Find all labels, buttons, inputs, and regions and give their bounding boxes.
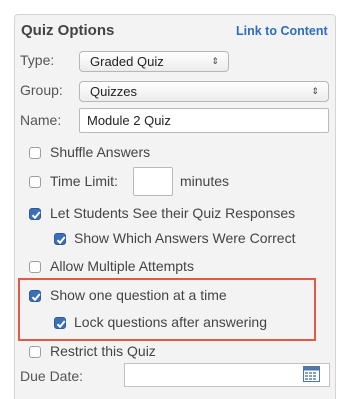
updown-arrows-icon: ⇕	[311, 86, 319, 96]
name-label: Name:	[20, 112, 62, 128]
group-select[interactable]: Quizzes ⇕	[79, 81, 329, 102]
show-correct-checkbox[interactable]	[54, 233, 66, 245]
name-input[interactable]: Module 2 Quiz	[79, 108, 329, 133]
checkmark-icon	[56, 236, 66, 245]
see-responses-checkbox[interactable]	[29, 208, 41, 220]
due-date-input[interactable]	[124, 363, 330, 387]
one-at-a-time-checkbox[interactable]	[29, 290, 41, 302]
multiple-attempts-checkbox[interactable]	[29, 261, 41, 273]
restrict-quiz-label: Restrict this Quiz	[50, 343, 156, 359]
type-select-value: Graded Quiz	[90, 54, 164, 69]
type-select[interactable]: Graded Quiz ⇕	[79, 51, 229, 72]
see-responses-label: Let Students See their Quiz Responses	[50, 205, 296, 221]
show-correct-label: Show Which Answers Were Correct	[74, 230, 296, 246]
time-limit-checkbox[interactable]	[29, 176, 41, 188]
group-select-value: Quizzes	[90, 84, 137, 99]
lock-questions-label: Lock questions after answering	[74, 314, 267, 330]
link-to-content[interactable]: Link to Content	[236, 24, 328, 38]
checkmark-icon	[31, 211, 41, 220]
shuffle-answers-label: Shuffle Answers	[50, 144, 151, 160]
checkmark-icon	[31, 293, 41, 302]
restrict-quiz-checkbox[interactable]	[29, 346, 41, 358]
minutes-label: minutes	[180, 173, 230, 189]
multiple-attempts-label: Allow Multiple Attempts	[50, 258, 194, 274]
calendar-icon[interactable]	[303, 366, 320, 382]
shuffle-answers-checkbox[interactable]	[29, 147, 41, 159]
lock-questions-checkbox[interactable]	[54, 317, 66, 329]
type-label: Type:	[20, 52, 55, 68]
group-label: Group:	[20, 82, 63, 98]
time-limit-label: Time Limit:	[50, 173, 118, 189]
one-at-a-time-label: Show one question at a time	[50, 287, 227, 303]
checkmark-icon	[56, 320, 66, 329]
panel-title: Quiz Options	[21, 22, 115, 39]
time-limit-input[interactable]	[133, 167, 173, 196]
due-date-label: Due Date:	[20, 368, 84, 384]
updown-arrows-icon: ⇕	[211, 56, 219, 66]
